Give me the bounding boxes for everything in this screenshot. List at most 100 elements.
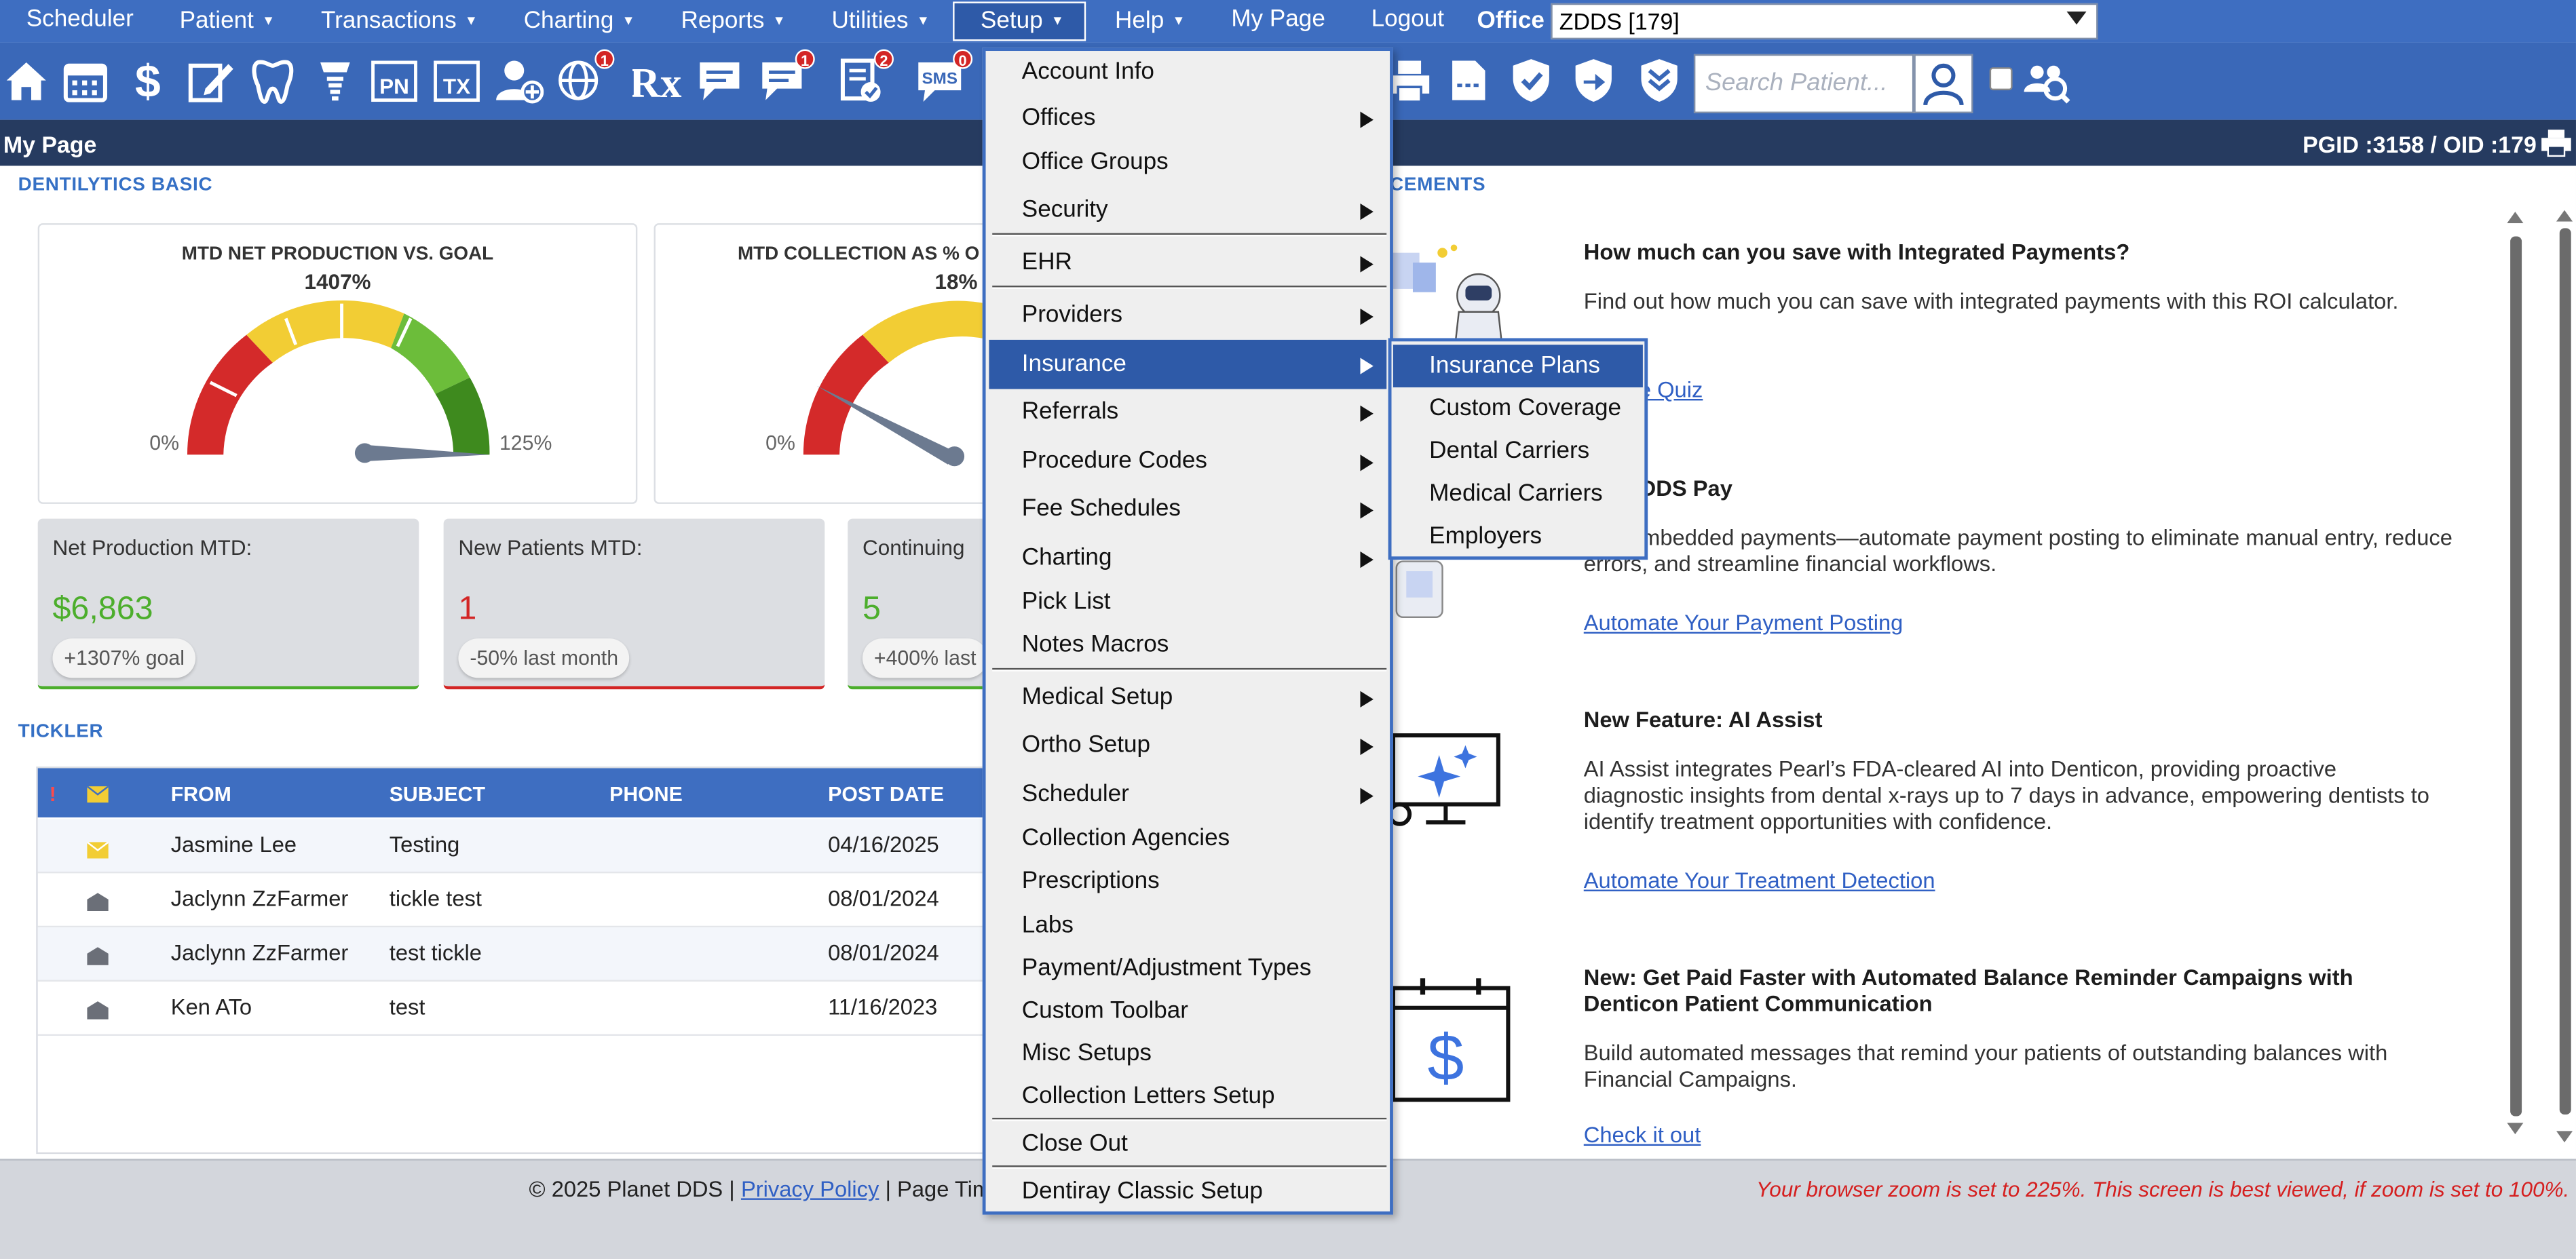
nav-help[interactable]: Help ▼ <box>1088 0 1205 43</box>
message-icon[interactable]: 1 <box>756 49 815 106</box>
caret-down-icon: ▼ <box>772 13 786 28</box>
col-phone[interactable]: PHONE <box>609 783 683 806</box>
calendar-icon[interactable] <box>59 54 111 106</box>
nav-setup[interactable]: Setup ▼ <box>952 1 1086 41</box>
scroll-up-icon[interactable] <box>2556 208 2573 222</box>
shield-arrow-icon[interactable] <box>1568 54 1620 106</box>
col-from[interactable]: FROM <box>171 783 231 806</box>
nav-logout[interactable]: Logout <box>1345 0 1464 43</box>
submenu-item-insurance-plans[interactable]: Insurance Plans <box>1393 345 1643 388</box>
print-page-icon[interactable] <box>2540 128 2573 158</box>
announcement-link[interactable]: Check it out <box>1584 1123 1701 1147</box>
menu-item-ortho-setup[interactable]: Ortho Setup <box>989 724 1386 767</box>
nav-scheduler[interactable]: Scheduler <box>0 0 153 43</box>
dropdown-arrow-icon <box>2066 11 2087 25</box>
menu-item-payment-adjustment-types[interactable]: Payment/Adjustment Types <box>989 947 1386 990</box>
office-select-value: ZDDS [179] <box>1559 8 1680 35</box>
footer-text: © 2025 Planet DDS | Privacy Policy | Pag… <box>529 1177 1004 1201</box>
shield-check-icon[interactable] <box>1505 54 1557 106</box>
menu-item-fee-schedules[interactable]: Fee Schedules <box>989 488 1386 530</box>
page-scrollbar[interactable] <box>2553 166 2576 1150</box>
document-badge: 2 <box>873 49 894 69</box>
document-icon[interactable] <box>1443 54 1495 106</box>
chat-icon[interactable] <box>694 54 746 106</box>
announcement-link[interactable]: Automate Your Treatment Detection <box>1584 868 1935 893</box>
menu-item-pick-list[interactable]: Pick List <box>989 581 1386 624</box>
menu-item-misc-setups[interactable]: Misc Setups <box>989 1032 1386 1075</box>
menu-item-charting[interactable]: Charting <box>989 537 1386 579</box>
announcements-scrollbar[interactable] <box>2503 210 2526 1138</box>
patient-search-icon[interactable] <box>1914 54 1973 113</box>
nav-transactions[interactable]: Transactions ▼ <box>295 0 497 43</box>
menu-item-procedure-codes[interactable]: Procedure Codes <box>989 440 1386 483</box>
tooth-icon[interactable] <box>246 54 299 106</box>
scroll-thumb[interactable] <box>2510 236 2522 1117</box>
scroll-down-icon[interactable] <box>2556 1131 2573 1144</box>
edit-icon[interactable] <box>184 54 236 106</box>
nav-patient[interactable]: Patient ▼ <box>153 0 295 43</box>
globe-icon[interactable]: 1 <box>555 49 615 106</box>
menu-item-offices[interactable]: Offices <box>989 97 1386 140</box>
document-check-icon[interactable]: 2 <box>835 49 894 106</box>
menu-item-referrals[interactable]: Referrals <box>989 391 1386 433</box>
submenu-item-custom-coverage[interactable]: Custom Coverage <box>1393 387 1643 430</box>
menu-item-collection-letters-setup[interactable]: Collection Letters Setup <box>989 1075 1386 1118</box>
add-patient-icon[interactable] <box>493 54 545 106</box>
dollar-icon[interactable]: $ <box>121 54 174 106</box>
announcement-link[interactable]: Automate Your Payment Posting <box>1584 611 1903 635</box>
shield-down-icon[interactable] <box>1633 54 1685 106</box>
table-row[interactable]: Jaclynn ZzFarmer tickle test 08/01/2024 <box>37 873 987 928</box>
privacy-policy-link[interactable]: Privacy Policy <box>741 1177 879 1201</box>
nav-my-page[interactable]: My Page <box>1205 0 1345 43</box>
tx-icon[interactable]: TX <box>430 54 482 106</box>
menu-item-notes-macros[interactable]: Notes Macros <box>989 624 1386 667</box>
sms-icon[interactable]: SMS 0 <box>913 49 973 106</box>
sms-badge: 0 <box>953 49 973 69</box>
menu-item-custom-toolbar[interactable]: Custom Toolbar <box>989 990 1386 1032</box>
menu-item-providers[interactable]: Providers <box>989 294 1386 336</box>
submenu-item-medical-carriers[interactable]: Medical Carriers <box>1393 473 1643 516</box>
menu-item-ehr[interactable]: EHR <box>989 241 1386 284</box>
col-priority[interactable]: ! <box>50 783 56 806</box>
nav-reports[interactable]: Reports ▼ <box>655 0 806 43</box>
menu-item-labs[interactable]: Labs <box>989 904 1386 947</box>
search-option-checkbox[interactable] <box>1989 67 2013 91</box>
menu-item-security[interactable]: Security <box>989 189 1386 231</box>
scroll-up-icon[interactable] <box>2507 210 2524 224</box>
table-row[interactable]: Jaclynn ZzFarmer test tickle 08/01/2024 <box>37 927 987 982</box>
menu-item-scheduler[interactable]: Scheduler <box>989 773 1386 816</box>
menu-item-medical-setup[interactable]: Medical Setup <box>989 676 1386 719</box>
home-icon[interactable] <box>0 54 52 106</box>
menu-item-dentiray-classic-setup[interactable]: Dentiray Classic Setup <box>989 1170 1386 1213</box>
envelope-icon[interactable] <box>86 785 109 808</box>
menu-item-insurance[interactable]: Insurance <box>989 339 1387 389</box>
menu-item-close-out[interactable]: Close Out <box>989 1123 1386 1165</box>
stat-value: 1 <box>458 591 477 627</box>
submenu-item-employers[interactable]: Employers <box>1393 516 1643 558</box>
scroll-thumb[interactable] <box>2559 228 2571 1115</box>
menu-item-collection-agencies[interactable]: Collection Agencies <box>989 817 1386 860</box>
row-date: 04/16/2025 <box>828 832 939 857</box>
gauge-arc-net-production <box>187 300 490 463</box>
menu-item-office-groups[interactable]: Office Groups <box>989 141 1386 184</box>
col-subject[interactable]: SUBJECT <box>390 783 485 806</box>
table-row[interactable]: Ken ATo test 11/16/2023 <box>37 982 987 1036</box>
search-patient-input[interactable]: Search Patient... <box>1693 54 1914 113</box>
implant-icon[interactable] <box>309 54 361 106</box>
rx-icon[interactable]: Rx <box>631 54 683 106</box>
nav-charting[interactable]: Charting ▼ <box>497 0 655 43</box>
menu-item-prescriptions[interactable]: Prescriptions <box>989 860 1386 903</box>
office-select[interactable]: ZDDS [179] <box>1551 3 2098 40</box>
col-post-date[interactable]: POST DATE <box>828 783 944 806</box>
group-search-icon[interactable] <box>2019 54 2071 106</box>
submenu-item-dental-carriers[interactable]: Dental Carriers <box>1393 430 1643 473</box>
menu-item-account-info[interactable]: Account Info <box>989 51 1386 94</box>
scroll-down-icon[interactable] <box>2507 1123 2524 1136</box>
tickler-header-row: ! FROM SUBJECT PHONE POST DATE <box>37 768 987 818</box>
pn-icon[interactable]: PN <box>368 54 420 106</box>
nav-utilities[interactable]: Utilities ▼ <box>806 0 949 43</box>
stat-label: New Patients MTD: <box>458 535 643 560</box>
office-label: Office <box>1477 8 1545 35</box>
table-row[interactable]: Jasmine Lee Testing 04/16/2025 <box>37 819 987 874</box>
phone-payment-illustration <box>1395 560 1443 619</box>
